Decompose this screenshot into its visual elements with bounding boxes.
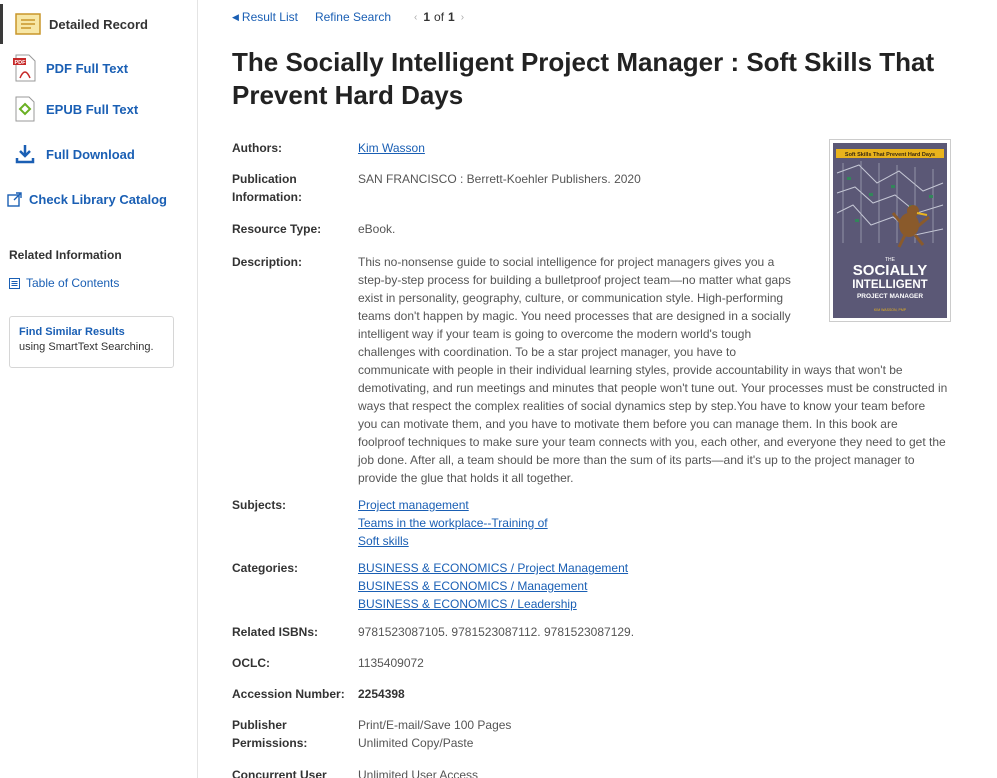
page-of: of [434, 10, 445, 24]
description-line: challenges with coordination. To be a st… [358, 345, 737, 359]
description-line: demotivating, and run meetings and minut… [358, 381, 948, 395]
field-label: Publisher Permissions: [232, 718, 308, 750]
isbns-value: 9781523087105. 9781523087112. 9781523087… [358, 625, 635, 639]
caret-left-icon: ◀ [232, 11, 239, 22]
oclc-value: 1135409072 [358, 656, 424, 670]
field-label: OCLC: [232, 656, 270, 670]
field-label: Publication Information: [232, 172, 302, 204]
field-resource-type: Resource Type: eBook. [232, 220, 395, 238]
previous-result-icon[interactable]: ‹ [414, 12, 417, 23]
field-label: Concurrent User [232, 768, 327, 778]
cover-title-line3: PROJECT MANAGER [857, 293, 923, 300]
sidebar-item-detailed-record[interactable]: Detailed Record [0, 4, 198, 44]
related-information-heading: Related Information [9, 248, 122, 262]
book-cover[interactable]: Soft Skills That Prevent Hard Days THE S… [829, 139, 951, 322]
field-publisher-permissions: Publisher Permissions: Print/E-mail/Save… [232, 716, 511, 752]
sidebar-item-label: Full Download [46, 146, 135, 162]
author-link[interactable]: Kim Wasson [358, 139, 425, 157]
external-link-icon [7, 191, 23, 207]
description-line: ways that respect the complex realities … [358, 399, 926, 413]
record-title: The Socially Intelligent Project Manager… [232, 47, 935, 110]
field-categories: Categories: BUSINESS & ECONOMICS / Proje… [232, 559, 628, 613]
field-description: Description: [232, 253, 358, 271]
description-line: This no-nonsense guide to social intelli… [358, 255, 775, 269]
field-concurrent-user: Concurrent User Unlimited User Access [232, 766, 478, 778]
page-current: 1 [423, 10, 431, 24]
detailed-record-icon [13, 13, 43, 35]
table-of-contents-link[interactable]: Table of Contents [9, 276, 119, 290]
find-similar-results-link[interactable]: Find Similar Results [19, 326, 164, 338]
field-label: Resource Type: [232, 222, 322, 236]
table-of-contents-label: Table of Contents [26, 276, 120, 290]
sidebar-item-full-download[interactable]: Full Download [10, 143, 135, 165]
field-label: Related ISBNs: [232, 625, 319, 639]
pager: ‹ 1 of 1 › [408, 10, 470, 24]
toc-icon [9, 277, 20, 289]
epub-icon [10, 96, 40, 122]
find-similar-results-subtext: using SmartText Searching. [19, 341, 154, 353]
subject-link[interactable]: Teams in the workplace--Training of [358, 514, 548, 532]
category-link[interactable]: BUSINESS & ECONOMICS / Management [358, 577, 628, 595]
subject-link[interactable]: Project management [358, 496, 548, 514]
field-label: Categories: [232, 561, 299, 575]
sidebar-item-check-library-catalog[interactable]: Check Library Catalog [7, 191, 167, 207]
description-line: communicate with people in their individ… [358, 363, 903, 377]
sidebar-item-label: EPUB Full Text [46, 101, 139, 117]
subject-link[interactable]: Soft skills [358, 532, 548, 550]
concurrent-user-value: Unlimited User Access [358, 768, 479, 778]
book-cover-image: Soft Skills That Prevent Hard Days THE S… [833, 143, 947, 318]
description-line: provide the glue that holds it all toget… [358, 471, 574, 485]
next-result-icon[interactable]: › [461, 12, 464, 23]
description-line: you can motivate them, and you have to m… [358, 417, 898, 431]
cover-title-line2: INTELLIGENT [852, 279, 927, 291]
download-icon [10, 143, 40, 165]
field-authors: Authors: Kim Wasson [232, 139, 425, 157]
sidebar-item-label: PDF Full Text [46, 60, 129, 76]
field-label: Authors: [232, 141, 282, 155]
publication-information-value: SAN FRANCISCO : Berrett-Koehler Publishe… [358, 172, 641, 186]
find-similar-results-box[interactable]: Find Similar Results using SmartText Sea… [9, 316, 174, 368]
page-total: 1 [448, 10, 455, 24]
field-related-isbns: Related ISBNs: 9781523087105. 9781523087… [232, 623, 634, 641]
pdf-icon: PDF [10, 54, 40, 82]
refine-search-link[interactable]: Refine Search [315, 10, 391, 24]
field-label: Accession Number: [232, 687, 345, 701]
description-line: foolproof techniques to make sure your t… [358, 435, 946, 449]
field-subjects: Subjects: Project management Teams in th… [232, 496, 548, 550]
field-oclc: OCLC: 1135409072 [232, 654, 424, 672]
sidebar: Detailed Record PDF PDF Full Text EPUB F… [0, 0, 198, 778]
description-line: step-by-step process for building a bull… [358, 273, 791, 287]
sidebar-item-label: Detailed Record [49, 16, 148, 32]
cover-banner-text: Soft Skills That Prevent Hard Days [845, 152, 935, 158]
result-list-link[interactable]: Result List [242, 10, 298, 24]
field-publication-information: Publication Information: SAN FRANCISCO :… [232, 170, 641, 206]
cover-author: KIM WASSON, PMP [874, 308, 907, 312]
category-link[interactable]: BUSINESS & ECONOMICS / Project Managemen… [358, 559, 628, 577]
sidebar-item-pdf-full-text[interactable]: PDF PDF Full Text [10, 54, 128, 82]
field-accession-number: Accession Number: 2254398 [232, 685, 405, 703]
publisher-permissions-value: Print/E-mail/Save 100 Pages Unlimited Co… [358, 718, 512, 750]
sidebar-item-label: Check Library Catalog [29, 191, 167, 207]
field-label: Description: [232, 255, 303, 269]
category-link[interactable]: BUSINESS & ECONOMICS / Leadership [358, 595, 628, 613]
description-line: intelligent way if your team is going to… [358, 327, 752, 341]
accession-number-value: 2254398 [358, 687, 405, 701]
cover-title-line1: SOCIALLY [853, 262, 927, 279]
result-navigation: ◀ Result List Refine Search ‹ 1 of 1 › [232, 10, 470, 24]
resource-type-value: eBook. [358, 222, 396, 236]
description-line: exist in personality, geography, culture… [358, 291, 784, 305]
description-line: teams don't happen by magic. You need pr… [358, 309, 791, 323]
field-label: Subjects: [232, 498, 287, 512]
description-line: job done. After all, a team should be mo… [358, 453, 915, 467]
svg-text:PDF: PDF [15, 60, 27, 66]
sidebar-item-epub-full-text[interactable]: EPUB Full Text [10, 96, 138, 122]
